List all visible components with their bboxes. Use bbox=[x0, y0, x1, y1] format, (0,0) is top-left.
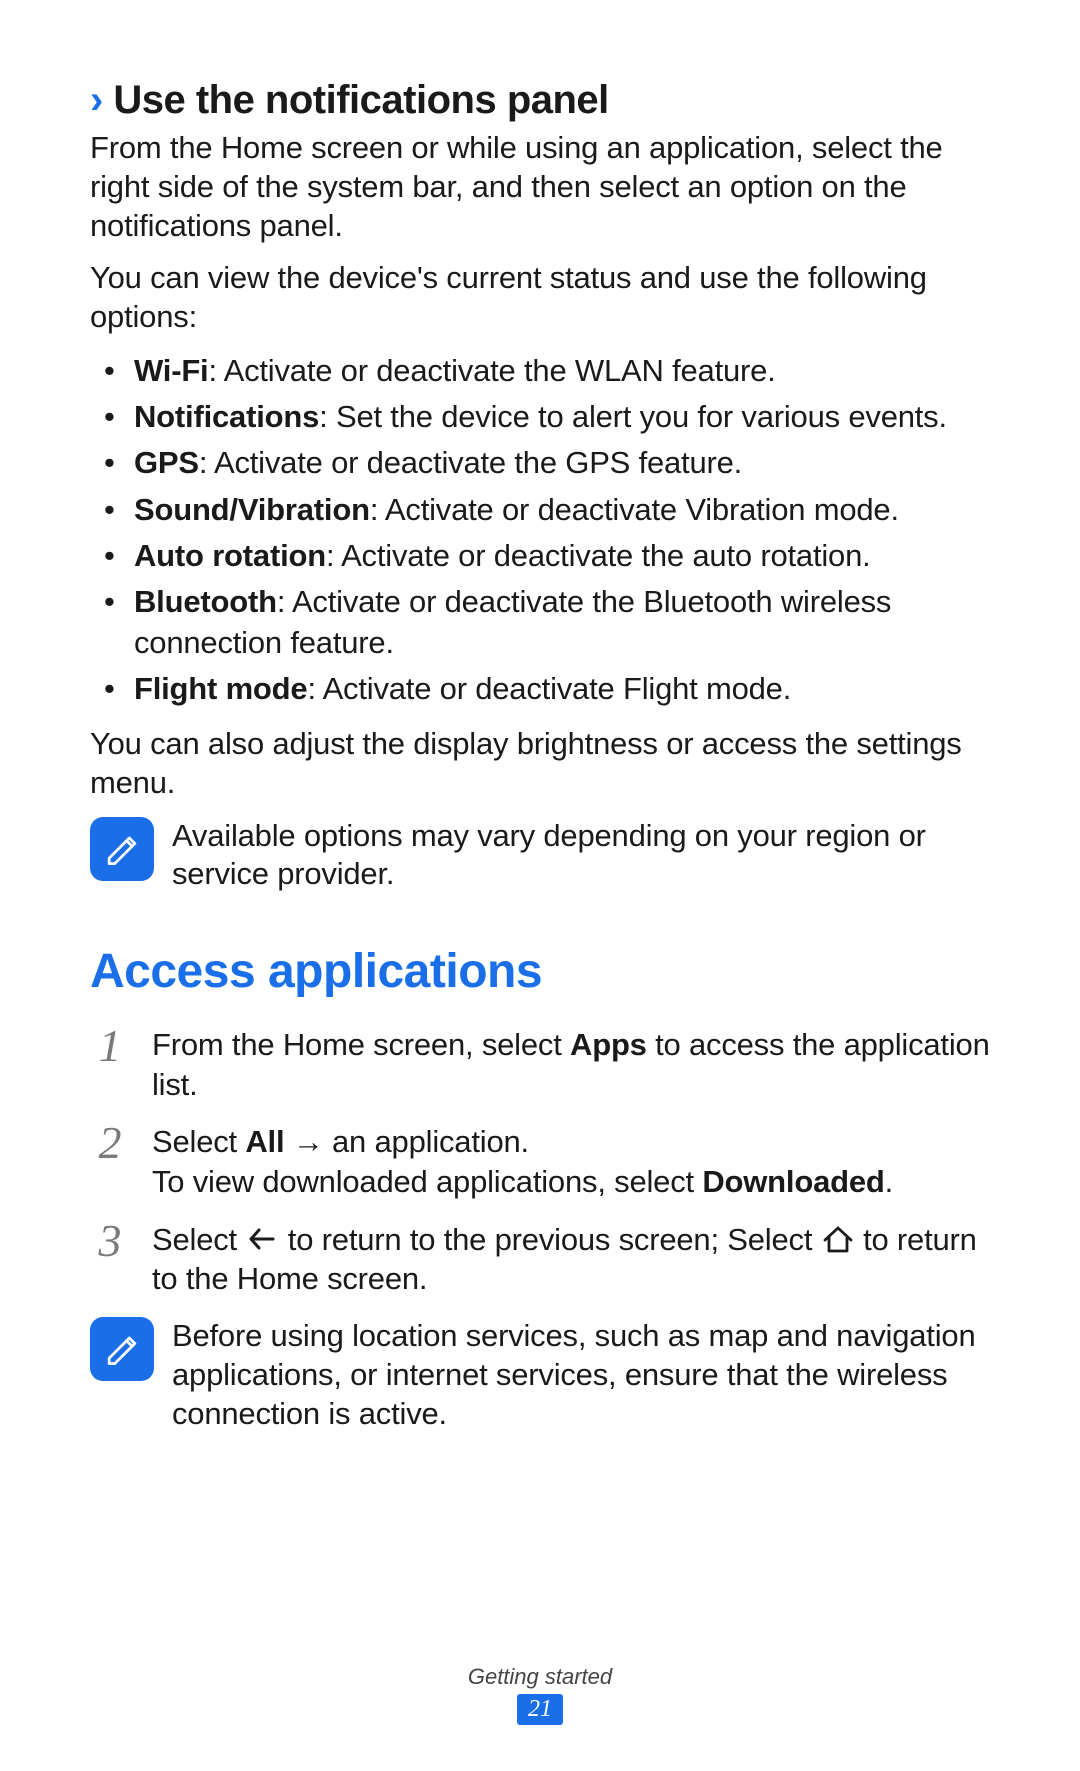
list-term: Notifications bbox=[134, 399, 319, 434]
list-desc: : Activate or deactivate the GPS feature… bbox=[199, 445, 742, 480]
note-text: Available options may vary depending on … bbox=[172, 817, 990, 895]
page-footer: Getting started 21 bbox=[0, 1664, 1080, 1725]
list-desc: : Set the device to alert you for variou… bbox=[319, 399, 947, 434]
text-run: to return to the previous screen; Select bbox=[279, 1222, 820, 1257]
step-number: 3 bbox=[90, 1220, 130, 1261]
subsection-heading: › Use the notifications panel bbox=[90, 78, 990, 123]
list-term: Auto rotation bbox=[134, 538, 326, 573]
paragraph: From the Home screen or while using an a… bbox=[90, 129, 990, 245]
chevron-right-icon: › bbox=[90, 80, 103, 120]
note-pencil-icon bbox=[90, 1317, 154, 1381]
list-item: Sound/Vibration: Activate or deactivate … bbox=[90, 490, 990, 530]
text-run-bold: Downloaded bbox=[702, 1164, 884, 1199]
text-run: Select bbox=[152, 1124, 245, 1159]
paragraph: You can view the device's current status… bbox=[90, 259, 990, 337]
list-item: Bluetooth: Activate or deactivate the Bl… bbox=[90, 582, 990, 663]
list-desc: : Activate or deactivate Vibration mode. bbox=[370, 492, 899, 527]
numbered-steps: 1 From the Home screen, select Apps to a… bbox=[90, 1025, 990, 1299]
step-text: Select to return to the previous screen;… bbox=[152, 1220, 990, 1299]
bullet-list: Wi-Fi: Activate or deactivate the WLAN f… bbox=[90, 351, 990, 709]
note-callout: Available options may vary depending on … bbox=[90, 817, 990, 895]
list-desc: : Activate or deactivate Flight mode. bbox=[307, 671, 791, 706]
list-item: Flight mode: Activate or deactivate Flig… bbox=[90, 669, 990, 709]
text-run: From the Home screen, select bbox=[152, 1027, 570, 1062]
step-text: Select All → an application. To view dow… bbox=[152, 1122, 990, 1201]
list-term: Sound/Vibration bbox=[134, 492, 370, 527]
text-run-bold: All bbox=[245, 1124, 284, 1159]
step-item: 1 From the Home screen, select Apps to a… bbox=[90, 1025, 990, 1104]
text-run: To view downloaded applications, select bbox=[152, 1164, 702, 1199]
list-term: Flight mode bbox=[134, 671, 307, 706]
list-term: Bluetooth bbox=[134, 584, 277, 619]
list-term: Wi-Fi bbox=[134, 353, 208, 388]
step-text: From the Home screen, select Apps to acc… bbox=[152, 1025, 990, 1104]
list-term: GPS bbox=[134, 445, 199, 480]
footer-section-label: Getting started bbox=[0, 1664, 1080, 1690]
text-run: . bbox=[885, 1164, 893, 1199]
list-desc: : Activate or deactivate the WLAN featur… bbox=[208, 353, 775, 388]
back-arrow-icon bbox=[245, 1224, 279, 1254]
note-pencil-icon bbox=[90, 817, 154, 881]
home-icon bbox=[821, 1224, 855, 1254]
list-item: GPS: Activate or deactivate the GPS feat… bbox=[90, 443, 990, 483]
page-number-badge: 21 bbox=[517, 1694, 563, 1725]
list-desc: : Activate or deactivate the auto rotati… bbox=[326, 538, 871, 573]
text-run: → an application. bbox=[284, 1124, 529, 1159]
step-number: 2 bbox=[90, 1122, 130, 1163]
list-item: Notifications: Set the device to alert y… bbox=[90, 397, 990, 437]
list-item: Wi-Fi: Activate or deactivate the WLAN f… bbox=[90, 351, 990, 391]
list-item: Auto rotation: Activate or deactivate th… bbox=[90, 536, 990, 576]
text-run-bold: Apps bbox=[570, 1027, 647, 1062]
step-number: 1 bbox=[90, 1025, 130, 1066]
text-run: Select bbox=[152, 1222, 245, 1257]
step-item: 3 Select to return to the previous scree… bbox=[90, 1220, 990, 1299]
subsection-title: Use the notifications panel bbox=[113, 78, 608, 123]
note-callout: Before using location services, such as … bbox=[90, 1317, 990, 1433]
paragraph: You can also adjust the display brightne… bbox=[90, 725, 990, 803]
section-title: Access applications bbox=[90, 944, 990, 999]
step-item: 2 Select All → an application. To view d… bbox=[90, 1122, 990, 1201]
note-text: Before using location services, such as … bbox=[172, 1317, 990, 1433]
